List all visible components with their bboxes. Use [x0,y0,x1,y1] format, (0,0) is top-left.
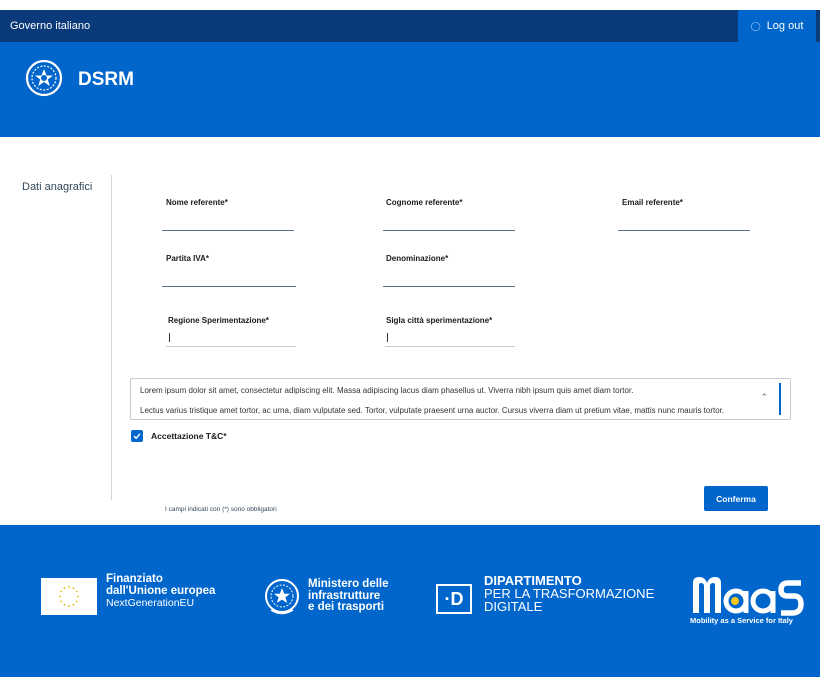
regione-caret [169,333,170,342]
eu-line-3: NextGenerationEU [106,597,195,609]
email-label: Email referente* [622,198,683,207]
user-icon: ◯ [750,21,761,31]
brand-title[interactable]: DSRM [78,69,134,91]
ministero-line-1: Ministero delle [308,578,389,590]
denominazione-label: Denominazione* [386,254,449,263]
accept-checkbox[interactable] [131,430,143,442]
eu-flag-icon [41,578,97,615]
terms-textbox[interactable]: Lorem ipsum dolor sit amet, consectetur … [130,378,791,420]
check-icon [133,433,141,440]
confirm-button[interactable]: Conferma [704,486,768,511]
logout-label: Log out [766,20,804,32]
ministero-line-3: e dei trasporti [308,601,385,613]
eu-funding-text: Finanziato dall'Unione europea NextGener… [106,573,215,609]
accept-label: Accettazione T&C* [151,431,227,441]
maas-tagline-a: Mobility as a Service [690,616,766,625]
logout-button[interactable]: ◯ Log out [738,10,816,42]
terms-paragraph-1: Lorem ipsum dolor sit amet, consectetur … [140,386,634,395]
denominazione-input[interactable] [383,286,515,287]
email-input[interactable] [618,230,750,231]
nome-input[interactable] [162,230,294,231]
eu-line-1: Finanziato [106,573,163,585]
terms-paragraph-2: Lectus varius tristique amet tortor, ac … [140,406,725,415]
dipartimento-logo: ·D [436,584,472,614]
sigla-label: Sigla città sperimentazione* [386,316,493,325]
ministero-emblem-icon [265,579,299,615]
chevron-up-icon[interactable]: ⌃ [760,392,768,403]
terms-scrollbar[interactable] [779,383,781,415]
partita-iva-input[interactable] [162,286,296,287]
header: DSRM [0,42,820,137]
dipartimento-text: DIPARTIMENTO PER LA TRASFORMAZIONE DIGIT… [484,574,654,613]
ministero-text: Ministero delle infrastrutture e dei tra… [308,578,389,614]
regione-select[interactable] [166,346,296,347]
dipartimento-line-3: DIGITALE [484,599,543,614]
gov-label[interactable]: Governo italiano [10,10,90,42]
footer: Finanziato dall'Unione europea NextGener… [0,525,820,677]
emblem-icon [25,59,63,97]
cognome-input[interactable] [383,230,515,231]
maas-tagline: Mobility as a Service for Italy [690,616,793,625]
maas-tagline-b: for Italy [765,616,793,625]
sidebar-item-dati-anagrafici[interactable]: Dati anagrafici [22,181,92,193]
maas-logo [693,577,804,616]
eu-line-2: dall'Unione europea [106,585,216,597]
required-note: I campi indicati con (*) sono obbligator… [165,506,277,513]
partita-iva-label: Partita IVA* [166,254,209,263]
nome-label: Nome referente* [166,198,228,207]
sidebar: Dati anagrafici [0,175,112,500]
regione-label: Regione Sperimentazione* [168,316,269,325]
cognome-label: Cognome referente* [386,198,463,207]
sigla-caret [387,333,388,342]
top-bar: Governo italiano ◯ Log out [0,10,820,42]
sigla-select[interactable] [385,346,515,347]
